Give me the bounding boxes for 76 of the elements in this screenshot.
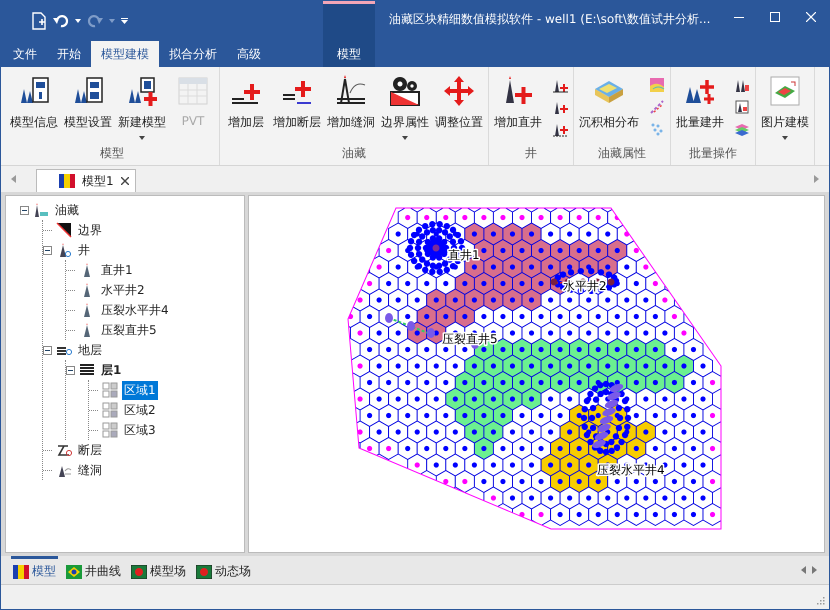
bottom-tab[interactable]: 动态场 bbox=[194, 556, 253, 584]
tree-item[interactable]: 区域1 bbox=[122, 380, 158, 400]
framed-derrick-icon[interactable] bbox=[734, 99, 750, 115]
move-arrows-icon bbox=[443, 75, 475, 107]
tree-item[interactable]: 井 bbox=[76, 240, 92, 260]
ribbon-button[interactable]: 边界属性 bbox=[379, 75, 431, 140]
grid-icon bbox=[102, 382, 118, 398]
tree-item[interactable]: 区域2 bbox=[122, 400, 158, 420]
new-document-icon[interactable] bbox=[31, 12, 47, 30]
caret-icon[interactable] bbox=[75, 19, 81, 23]
flag-icon bbox=[13, 564, 29, 578]
ribbon-button[interactable]: 增加断层 bbox=[271, 75, 323, 131]
ribbon-tab[interactable]: 拟合分析 bbox=[159, 41, 227, 67]
group-label: 油藏属性 bbox=[597, 145, 647, 162]
group-label: 油藏 bbox=[341, 145, 367, 162]
tree-item[interactable]: 直井1 bbox=[99, 260, 135, 280]
document-tab[interactable]: 模型1 bbox=[36, 169, 136, 192]
close-icon[interactable] bbox=[120, 177, 129, 185]
tab-label: 模型1 bbox=[82, 172, 114, 190]
dots-icon[interactable] bbox=[649, 121, 665, 137]
grid-icon bbox=[102, 422, 118, 438]
tree-item[interactable]: 油藏 bbox=[53, 200, 81, 220]
bottom-tab[interactable]: 模型场 bbox=[129, 556, 188, 584]
flag-icon bbox=[59, 174, 75, 188]
redo-icon[interactable] bbox=[87, 13, 103, 29]
resize-grip-icon[interactable] bbox=[817, 597, 825, 605]
ribbon-button[interactable]: 模型设置 bbox=[62, 75, 114, 131]
collapse-toggle[interactable] bbox=[43, 346, 52, 354]
tree-item[interactable]: 区域3 bbox=[122, 420, 158, 440]
ribbon-button[interactable]: 批量建井 bbox=[674, 75, 726, 131]
grid-icon bbox=[102, 402, 118, 418]
ribbon-tab[interactable]: 高级 bbox=[227, 41, 271, 67]
image-icon bbox=[769, 75, 801, 107]
customize-icon[interactable] bbox=[121, 18, 128, 24]
table-icon bbox=[177, 75, 209, 107]
tree-item[interactable]: 断层 bbox=[76, 440, 104, 460]
ribbon-tab[interactable]: 模型建模 bbox=[91, 41, 159, 67]
ribbon-tab[interactable]: 开始 bbox=[47, 41, 91, 67]
ribbon-button[interactable]: 增加缝洞 bbox=[325, 75, 377, 131]
map-icon[interactable] bbox=[649, 77, 665, 93]
group-label: 井 bbox=[524, 145, 538, 162]
tree-item[interactable]: 水平井2 bbox=[99, 280, 147, 300]
layers-icon bbox=[79, 362, 95, 378]
group-label: 模型 bbox=[99, 145, 125, 162]
ribbon-button[interactable]: 增加层 bbox=[223, 75, 269, 131]
ribbon-button[interactable]: 沉积相分布 bbox=[577, 75, 641, 131]
undo-icon[interactable] bbox=[53, 13, 69, 29]
collapse-toggle[interactable] bbox=[66, 366, 75, 374]
dashed-lines-icon[interactable] bbox=[649, 99, 665, 115]
ribbon-button[interactable]: 模型信息 bbox=[8, 75, 60, 131]
scroll-left-icon[interactable] bbox=[801, 566, 806, 574]
tree-item[interactable]: 压裂直井5 bbox=[99, 320, 159, 340]
layers-icon[interactable] bbox=[734, 121, 750, 137]
tree-item[interactable]: 地层 bbox=[76, 340, 104, 360]
flag-icon bbox=[66, 564, 82, 578]
tree-item[interactable]: 层1 bbox=[99, 360, 124, 380]
window-title: 油藏区块精细数值模拟软件 - well1 (E:\soft\数值试井分析... bbox=[389, 11, 712, 28]
bottom-tab[interactable]: 井曲线 bbox=[64, 556, 123, 584]
ribbon-button[interactable]: 增加直井 bbox=[492, 75, 544, 131]
flag-icon bbox=[131, 564, 147, 578]
collapse-toggle[interactable] bbox=[20, 206, 29, 214]
ribbon-tab[interactable]: 文件 bbox=[1, 41, 47, 67]
gears-icon bbox=[389, 75, 421, 107]
tree-item[interactable]: 边界 bbox=[76, 220, 104, 240]
collapse-toggle[interactable] bbox=[43, 246, 52, 254]
derrick-curve-icon bbox=[335, 75, 367, 107]
maximize-icon[interactable] bbox=[770, 12, 780, 22]
ribbon-button[interactable]: 新建模型 bbox=[116, 75, 168, 140]
tree-item[interactable]: 缝洞 bbox=[76, 460, 104, 480]
ribbon-button[interactable]: 调整位置 bbox=[433, 75, 485, 131]
tree-item[interactable]: 压裂水平井4 bbox=[99, 300, 171, 320]
group-label: 批量操作 bbox=[688, 145, 738, 162]
ribbon-button[interactable]: 图片建模 bbox=[759, 75, 811, 140]
flag-icon bbox=[196, 564, 212, 578]
derrick-add-icon bbox=[126, 75, 158, 107]
scroll-right-icon[interactable] bbox=[812, 566, 817, 574]
